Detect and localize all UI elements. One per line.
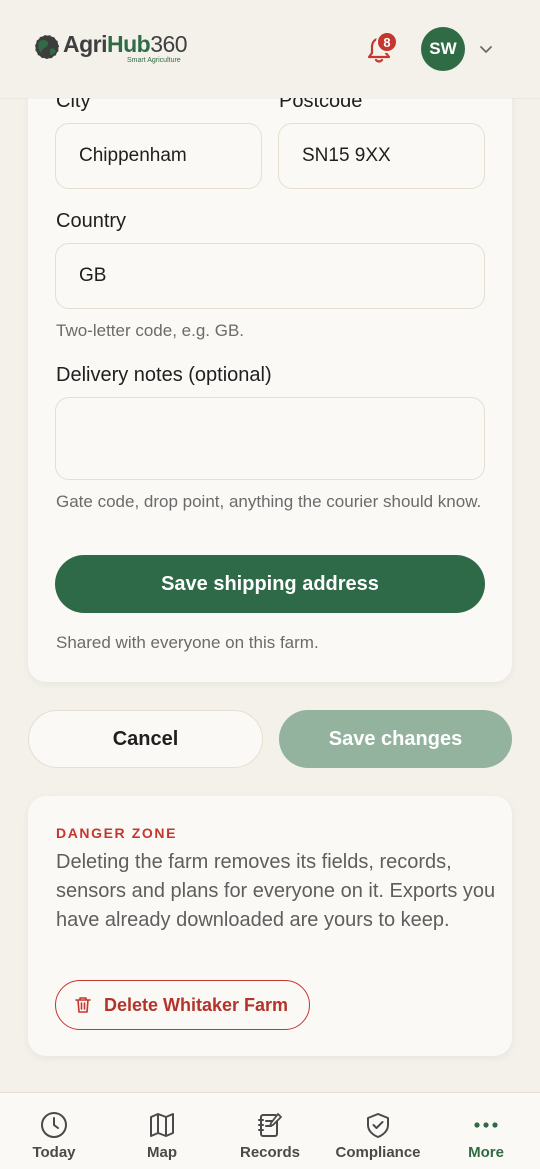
app-logo[interactable]: AgriHub360 Smart Agriculture: [33, 31, 188, 64]
logo-name: AgriHub360: [63, 31, 188, 57]
city-field[interactable]: Chippenham: [55, 123, 262, 189]
avatar[interactable]: SW: [421, 27, 465, 71]
notebook-icon: [258, 1113, 282, 1137]
save-shipping-address-button[interactable]: Save shipping address: [55, 555, 485, 613]
trash-icon: [75, 997, 91, 1013]
delete-farm-button[interactable]: Delete Whitaker Farm: [55, 980, 310, 1030]
notes-hint: Gate code, drop point, anything the cour…: [56, 492, 482, 511]
delivery-notes-field[interactable]: [55, 397, 485, 480]
bottom-nav: Today Map Records Compliance More: [0, 1092, 540, 1169]
save-changes-button[interactable]: Save changes: [279, 710, 512, 768]
logo-tagline: Smart Agriculture: [127, 57, 181, 64]
chevron-down-icon[interactable]: [479, 42, 493, 56]
globe-icon: [34, 34, 60, 60]
country-field[interactable]: GB: [55, 243, 485, 309]
danger-zone-text: Deleting the farm removes its fields, re…: [56, 851, 496, 931]
nav-item-compliance[interactable]: Compliance: [324, 1093, 432, 1169]
cancel-button[interactable]: Cancel: [28, 710, 263, 768]
nav-label-today: Today: [32, 1144, 76, 1161]
nav-label-compliance: Compliance: [335, 1144, 421, 1161]
shared-note: Shared with everyone on this farm.: [56, 633, 319, 652]
nav-item-more[interactable]: More: [432, 1093, 540, 1169]
nav-item-map[interactable]: Map: [108, 1093, 216, 1169]
nav-item-records[interactable]: Records: [216, 1093, 324, 1169]
nav-item-today[interactable]: Today: [0, 1093, 108, 1169]
shipping-address-card: City Postcode Chippenham SN15 9XX Countr…: [28, 50, 512, 682]
danger-zone-card: DANGER ZONE Deleting the farm removes it…: [28, 796, 512, 1056]
notes-label: Delivery notes (optional): [56, 364, 272, 386]
map-icon: [150, 1113, 174, 1137]
nav-label-records: Records: [239, 1144, 301, 1161]
country-hint: Two-letter code, e.g. GB.: [56, 321, 245, 340]
app-header: AgriHub360 Smart Agriculture 8 SW: [0, 0, 540, 98]
nav-label-map: Map: [147, 1144, 177, 1161]
shield-check-icon: [367, 1113, 389, 1138]
clock-icon: [41, 1112, 67, 1138]
country-label: Country: [56, 210, 127, 232]
notification-badge: 8: [376, 31, 398, 53]
postcode-field[interactable]: SN15 9XX: [278, 123, 485, 189]
danger-zone-title: DANGER ZONE: [56, 825, 178, 841]
delete-farm-label: Delete Whitaker Farm: [104, 994, 289, 1015]
more-dots-icon: [474, 1122, 498, 1128]
nav-label-more: More: [468, 1144, 504, 1161]
